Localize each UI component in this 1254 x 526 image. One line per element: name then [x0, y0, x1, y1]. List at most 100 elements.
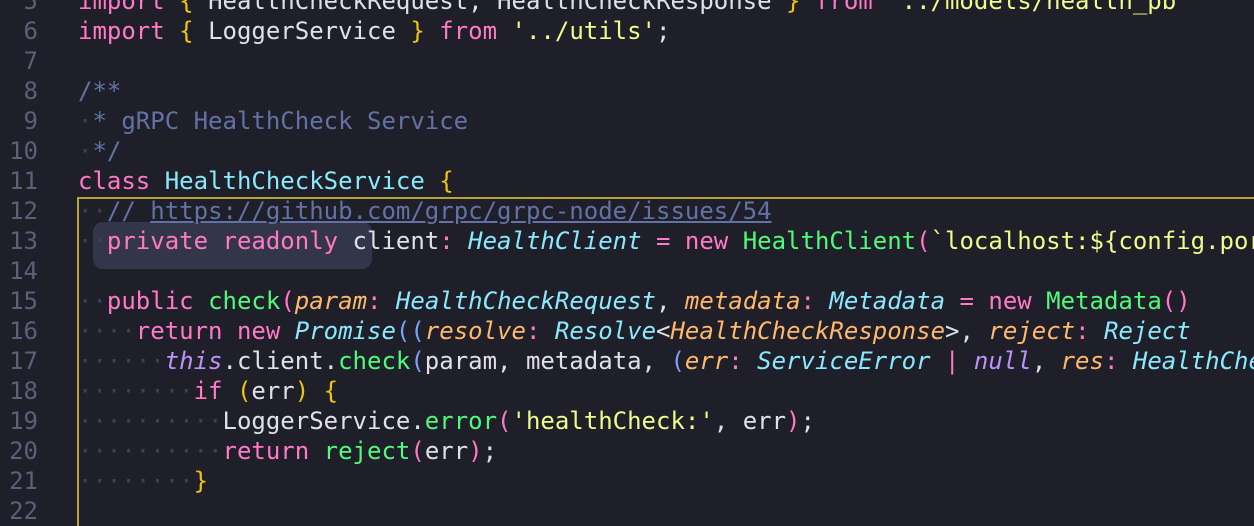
- code-token: :: [1075, 317, 1104, 345]
- line-code: ··public check(param: HealthCheckRequest…: [78, 286, 1191, 316]
- line-number: 6: [23, 17, 38, 45]
- line-code: ·*/: [78, 136, 121, 166]
- code-token: ;: [800, 407, 815, 435]
- code-token: /**: [78, 77, 122, 105]
- code-token: Metadata: [1046, 287, 1162, 315]
- line-number: 11: [9, 167, 38, 195]
- code-token: import: [78, 17, 180, 45]
- code-line[interactable]: 5 import { HealthCheckRequest, HealthChec…: [0, 0, 1254, 16]
- code-token: HealthCheckService: [164, 167, 440, 195]
- code-token: HealthClient: [742, 227, 917, 255]
- line-number: 5: [23, 0, 38, 15]
- code-line[interactable]: 10 ·*/: [0, 136, 1254, 166]
- code-token: HealthCheckRequest, HealthCheckResponse: [208, 0, 787, 15]
- line-number: 13: [9, 227, 38, 255]
- code-token: */: [92, 137, 122, 165]
- code-line[interactable]: 17 ······this.client.check(param, metadat…: [0, 346, 1254, 376]
- code-token: return: [135, 317, 237, 345]
- code-token: from: [800, 0, 888, 15]
- code-token: check: [208, 287, 281, 315]
- code-token: new: [236, 317, 295, 345]
- line-code: import { HealthCheckRequest, HealthCheck…: [78, 0, 1191, 16]
- line-code: class HealthCheckService {: [78, 166, 454, 196]
- code-token: reject: [323, 437, 411, 465]
- code-line[interactable]: 6 import { LoggerService } from '../utils…: [0, 16, 1254, 46]
- code-token: :: [439, 227, 469, 255]
- code-token: (: [410, 437, 425, 465]
- code-line[interactable]: 14: [0, 256, 1254, 286]
- code-token: HealthClient: [468, 227, 642, 255]
- code-token: resolve: [424, 317, 526, 345]
- code-editor[interactable]: 5 import { HealthCheckRequest, HealthChec…: [0, 0, 1254, 526]
- code-token: https://github.com/grpc/grpc-node/issues…: [150, 197, 772, 225]
- whitespace-marker: ··: [78, 197, 107, 225]
- code-token: :: [525, 317, 555, 345]
- code-token: metadata: [684, 287, 801, 315]
- code-token: :: [728, 347, 758, 375]
- code-line[interactable]: 9 ·* gRPC HealthCheck Service: [0, 106, 1254, 136]
- code-line[interactable]: 19 ··········LoggerService.error('healthC…: [0, 406, 1254, 436]
- code-line[interactable]: 18 ········if (err) {: [0, 376, 1254, 406]
- code-token: |: [930, 347, 974, 375]
- whitespace-marker: ········: [78, 467, 194, 495]
- code-line[interactable]: 7: [0, 46, 1254, 76]
- line-number: 9: [23, 107, 38, 135]
- code-line[interactable]: 16 ····return new Promise((resolve: Resol…: [0, 316, 1254, 346]
- code-line[interactable]: 20 ··········return reject(err);: [0, 436, 1254, 466]
- code-line[interactable]: 22: [0, 496, 1254, 526]
- line-code: ·* gRPC HealthCheck Service: [78, 106, 468, 136]
- code-token: new: [988, 287, 1047, 315]
- code-token: param, metadata,: [424, 347, 671, 375]
- whitespace-marker: ······: [78, 347, 165, 375]
- line-number: 19: [9, 407, 38, 435]
- code-token: }: [786, 0, 801, 15]
- line-number: 14: [9, 257, 38, 285]
- code-token: , err: [713, 407, 787, 435]
- code-token: public: [106, 287, 209, 315]
- code-token: //: [106, 197, 151, 225]
- line-number: 16: [9, 317, 38, 345]
- code-token: reject: [988, 317, 1076, 345]
- code-token: ): [786, 407, 801, 435]
- code-token: Metadata: [829, 287, 946, 315]
- code-line[interactable]: 8 /**: [0, 76, 1254, 106]
- code-token: <: [656, 317, 671, 345]
- code-token: return: [222, 437, 324, 465]
- code-token: err: [424, 437, 469, 465]
- line-number: 21: [9, 467, 38, 495]
- code-token: {: [323, 377, 339, 405]
- whitespace-marker: ·: [78, 137, 93, 165]
- code-token: param: [294, 287, 368, 315]
- code-token: HealthCheckResponse: [670, 317, 946, 345]
- code-token: =: [641, 227, 685, 255]
- whitespace-marker: ··········: [78, 407, 223, 435]
- line-code: ··private readonly client: HealthClient …: [78, 226, 1254, 256]
- code-line[interactable]: 11 class HealthCheckService {: [0, 166, 1254, 196]
- code-token: `localhost:${config.port}`: [930, 227, 1254, 255]
- code-token: }: [193, 467, 209, 495]
- code-token: {: [439, 167, 454, 195]
- code-token: (): [1161, 287, 1191, 315]
- line-number: 20: [9, 437, 38, 465]
- line-number: 17: [9, 347, 38, 375]
- whitespace-marker: ·: [78, 107, 93, 135]
- whitespace-marker: ····: [78, 317, 136, 345]
- code-line[interactable]: 21 ········}: [0, 466, 1254, 496]
- code-token: Promise: [294, 317, 396, 345]
- line-number: 18: [9, 377, 38, 405]
- code-token: (: [280, 287, 295, 315]
- code-line[interactable]: 13 ··private readonly client: HealthClien…: [0, 226, 1254, 256]
- code-token: ;: [482, 437, 498, 465]
- code-token: check: [338, 347, 411, 375]
- code-token: ((: [395, 317, 425, 345]
- code-line[interactable]: 15 ··public check(param: HealthCheckReque…: [0, 286, 1254, 316]
- code-line[interactable]: 12 ··// https://github.com/grpc/grpc-node…: [0, 196, 1254, 226]
- code-token: ): [294, 377, 310, 405]
- code-token: :: [800, 287, 830, 315]
- code-token: if: [193, 377, 237, 405]
- code-token: class: [78, 167, 165, 195]
- code-token: Resolve: [554, 317, 657, 345]
- line-number: 15: [9, 287, 38, 315]
- line-number: 22: [9, 497, 38, 525]
